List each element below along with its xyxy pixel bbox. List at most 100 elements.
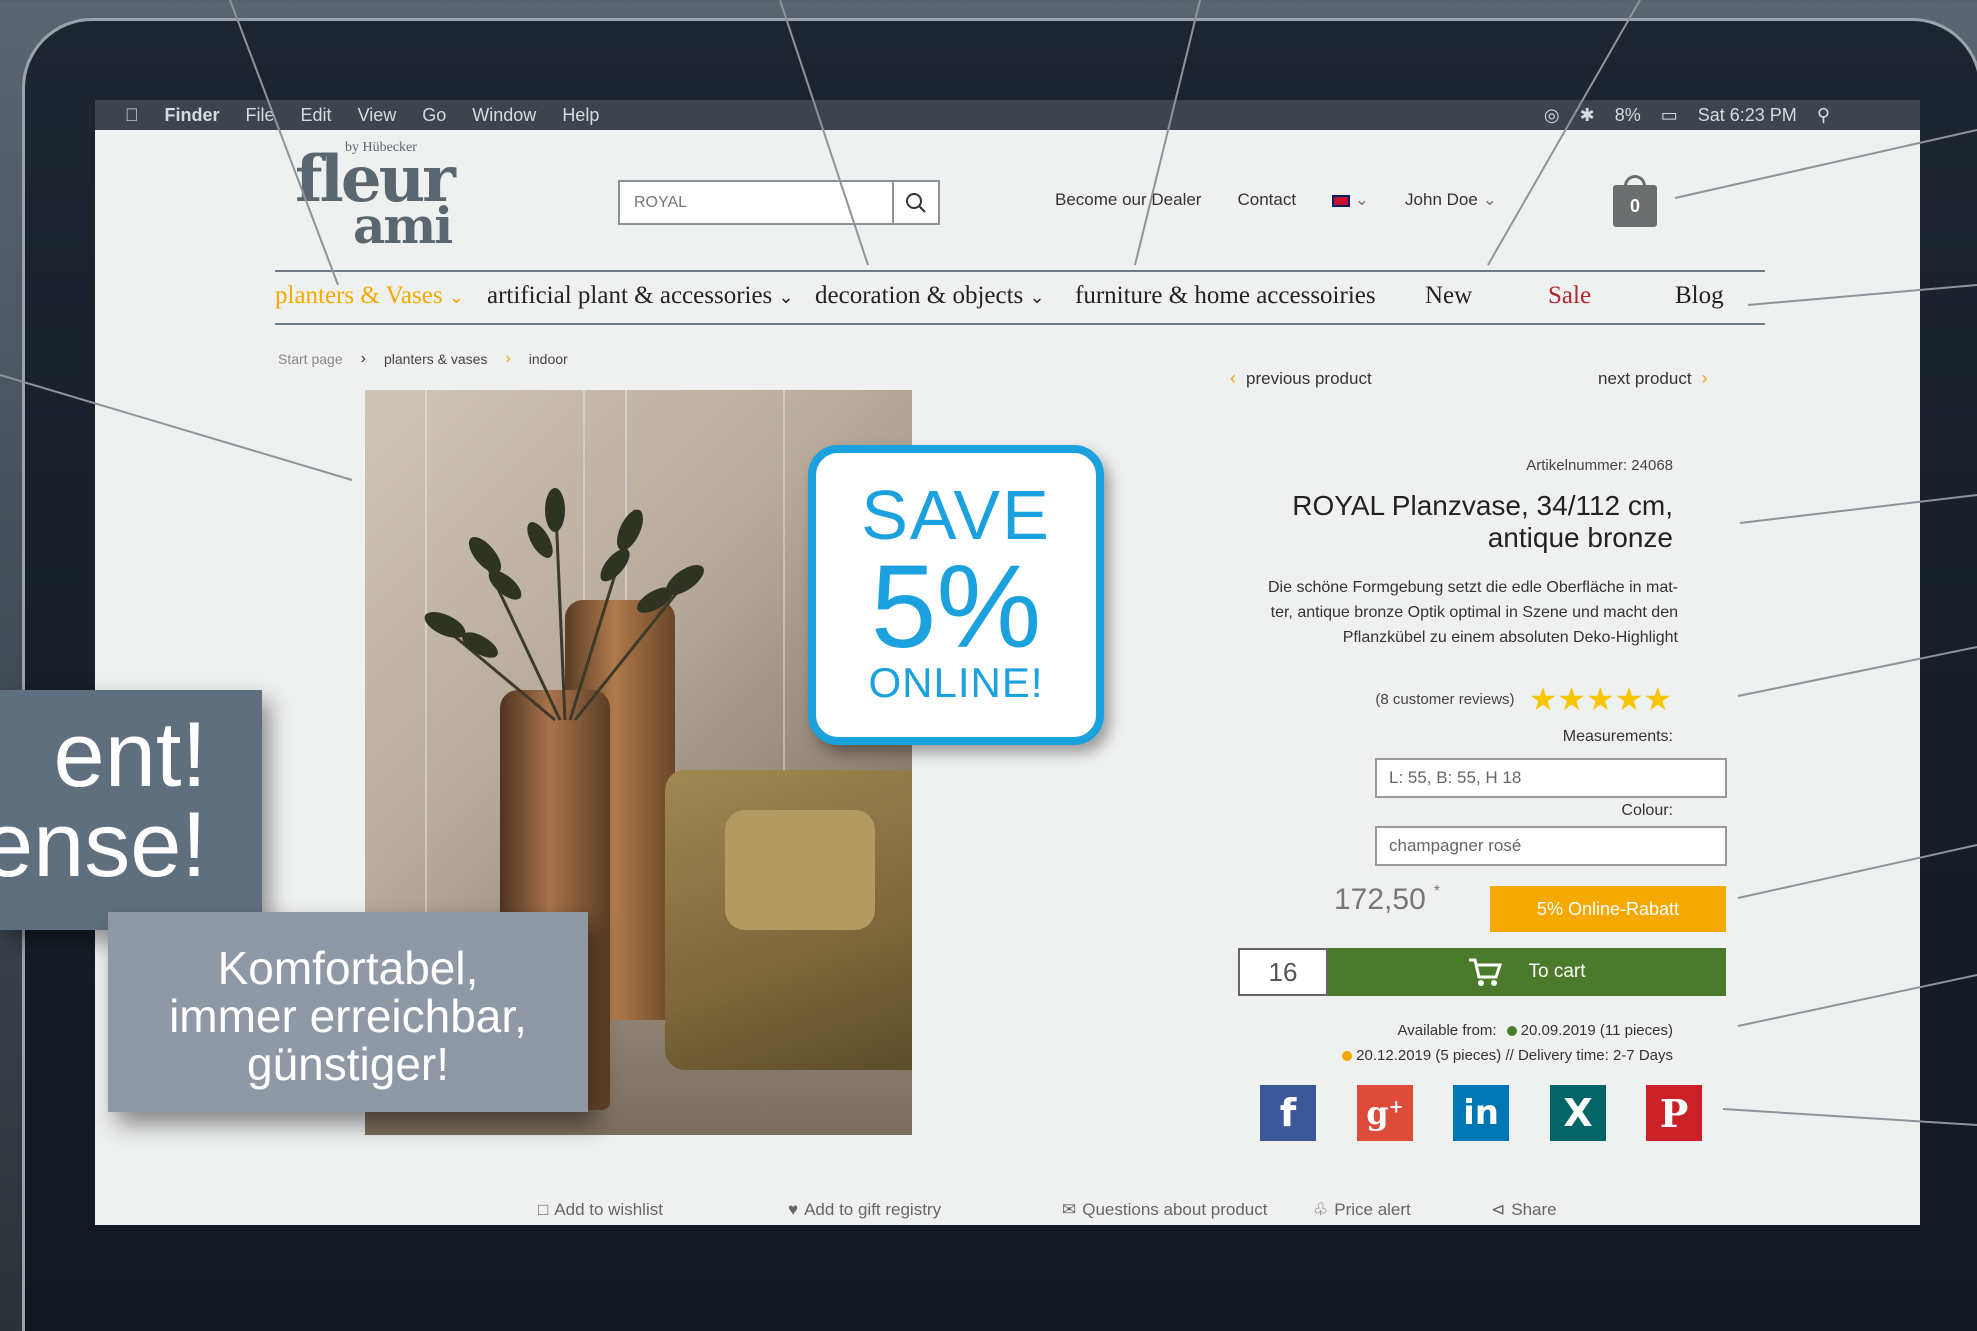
facebook-share-button[interactable]: f — [1260, 1085, 1316, 1141]
plant-leaves — [424, 488, 704, 722]
next-product-link[interactable]: next product › — [1598, 368, 1708, 389]
chevron-right-icon: › — [1701, 368, 1708, 388]
linkedin-icon: in — [1463, 1093, 1499, 1133]
green-dot-icon — [1506, 1026, 1517, 1037]
questions-about-product-link[interactable]: ✉ Questions about product — [1062, 1200, 1267, 1220]
breadcrumb-planters[interactable]: planters & vases — [384, 351, 488, 367]
overlay-tagline-line1: Komfortabel, — [217, 942, 479, 994]
description-line: Die schöne Formgebung setzt die edle Obe… — [1268, 579, 1678, 596]
star-rating-icon: ★★★★★ — [1528, 681, 1672, 717]
sofa-cushion — [725, 810, 875, 930]
next-product-label: next product — [1598, 368, 1692, 388]
previous-product-label: previous product — [1246, 368, 1372, 388]
nav-item-new[interactable]: New — [1425, 282, 1472, 310]
cart-button[interactable]: 0 — [1613, 175, 1657, 227]
bookmark-icon: □ — [538, 1200, 549, 1219]
overlay-headline-line1: ent! — [53, 704, 207, 806]
logo-word-ami: ami — [353, 196, 453, 255]
search-input[interactable] — [620, 182, 892, 223]
wishlist-label: Add to wishlist — [554, 1200, 663, 1219]
product-price: 172,50 * — [1334, 883, 1440, 917]
battery-percent: 8% — [1614, 104, 1641, 125]
pinterest-share-button[interactable]: P — [1646, 1085, 1702, 1141]
battery-icon[interactable]: ▭ — [1661, 105, 1678, 126]
search-button[interactable] — [892, 182, 938, 223]
wifi-icon[interactable]: ◎ — [1544, 105, 1560, 126]
cart-icon — [1469, 958, 1503, 986]
delivery-time: // Delivery time: 2-7 Days — [1505, 1047, 1673, 1064]
description-line: Pflanzkübel zu einem absoluten Deko-High… — [1342, 629, 1678, 646]
price-footnote-star: * — [1433, 883, 1440, 900]
shopping-bag-icon: 0 — [1613, 185, 1657, 227]
to-cart-label: To cart — [1528, 961, 1586, 982]
product-title-line2: antique bronze — [1487, 522, 1673, 553]
menubar-help[interactable]: Help — [562, 105, 599, 126]
colour-label: Colour: — [1621, 802, 1673, 819]
add-to-cart-button[interactable]: To cart — [1328, 948, 1726, 996]
article-number: Artikelnummer: 24068 — [1526, 457, 1673, 474]
breadcrumb-indoor[interactable]: indoor — [529, 351, 568, 367]
bluetooth-icon[interactable]: ✱ — [1580, 105, 1595, 126]
become-dealer-link[interactable]: Become our Dealer — [1055, 190, 1201, 210]
nav-item-label: artificial plant & accessories — [487, 282, 773, 309]
menubar-app-name[interactable]: Finder — [165, 105, 220, 126]
chevron-right-icon: › — [505, 350, 511, 367]
nav-item-sale[interactable]: Sale — [1548, 282, 1591, 310]
overlay-tagline-line3: günstiger! — [246, 1038, 449, 1090]
badge-line2: 5% — [870, 541, 1042, 673]
cart-count: 0 — [1629, 195, 1640, 216]
overlay-tagline-box: Komfortabel, immer erreichbar, günstiger… — [108, 912, 588, 1112]
pinterest-icon: P — [1659, 1090, 1689, 1136]
nav-item-furniture[interactable]: furniture & home accessoiries — [1075, 282, 1376, 310]
colour-select[interactable]: champagner rosé — [1375, 826, 1727, 866]
menubar-clock[interactable]: Sat 6:23 PM — [1698, 105, 1797, 126]
nav-item-label: planters & Vases — [275, 282, 443, 309]
breadcrumb-start[interactable]: Start page — [278, 351, 343, 367]
overlay-headline-box: ent! ense! — [0, 690, 262, 930]
description-line: ter, antique bronze Optik optimal in Sze… — [1270, 604, 1678, 621]
linkedin-share-button[interactable]: in — [1453, 1085, 1509, 1141]
mac-menubar:  Finder File Edit View Go Window Help ◎… — [95, 100, 1920, 130]
user-name: John Doe — [1405, 190, 1478, 209]
menubar-window[interactable]: Window — [472, 105, 536, 126]
add-to-gift-registry-link[interactable]: ♥ Add to gift registry — [788, 1200, 941, 1220]
add-to-wishlist-link[interactable]: □ Add to wishlist — [538, 1200, 663, 1220]
price-alert-link[interactable]: ♧ Price alert — [1313, 1200, 1411, 1220]
share-label: Share — [1511, 1200, 1557, 1219]
contact-link[interactable]: Contact — [1237, 190, 1296, 210]
menubar-go[interactable]: Go — [422, 105, 446, 126]
chevron-down-icon: ⌄ — [1482, 190, 1497, 209]
language-selector[interactable]: ⌄ — [1332, 190, 1369, 210]
overlay-headline-line2: ense! — [0, 794, 207, 896]
measurements-select[interactable]: L: 55, B: 55, H 18 — [1375, 758, 1727, 798]
nav-item-decoration[interactable]: decoration & objects ⌄ — [815, 282, 1045, 310]
available-from-label: Available from: — [1397, 1022, 1497, 1039]
chevron-down-icon: ⌄ — [778, 287, 794, 307]
badge-line3: ONLINE! — [868, 659, 1044, 706]
previous-product-link[interactable]: ‹ previous product — [1230, 368, 1372, 389]
spotlight-icon[interactable]: ⚲ — [1817, 105, 1830, 126]
xing-share-button[interactable]: Х — [1550, 1085, 1606, 1141]
chevron-right-icon: › — [360, 350, 366, 367]
menubar-file[interactable]: File — [246, 105, 275, 126]
nav-item-artificial-plant[interactable]: artificial plant & accessories ⌄ — [487, 282, 794, 310]
reviews-summary[interactable]: (8 customer reviews) ★★★★★ — [1375, 680, 1672, 718]
availability-line1: Available from: 20.09.2019 (11 pieces) — [1342, 1018, 1673, 1043]
chevron-down-icon: ⌄ — [1029, 287, 1045, 307]
googleplus-icon: g+ — [1366, 1094, 1404, 1132]
available-date-1: 20.09.2019 (11 pieces) — [1520, 1022, 1673, 1039]
chevron-down-icon: ⌄ — [1354, 190, 1370, 209]
nav-item-planters[interactable]: planters & Vases ⌄ — [275, 282, 464, 310]
nav-item-blog[interactable]: Blog — [1675, 282, 1724, 310]
user-menu[interactable]: John Doe ⌄ — [1405, 190, 1497, 210]
apple-icon[interactable]:  — [125, 105, 139, 126]
price-alert-label: Price alert — [1334, 1200, 1411, 1219]
measurements-label: Measurements: — [1562, 728, 1673, 745]
share-link[interactable]: ⊲ Share — [1491, 1200, 1557, 1220]
menubar-view[interactable]: View — [358, 105, 397, 126]
googleplus-share-button[interactable]: g+ — [1357, 1085, 1413, 1141]
breadcrumb: Start page › planters & vases › indoor — [278, 350, 568, 368]
online-discount-badge: 5% Online-Rabatt — [1490, 886, 1726, 932]
menubar-edit[interactable]: Edit — [301, 105, 332, 126]
quantity-input[interactable]: 16 — [1238, 948, 1328, 996]
